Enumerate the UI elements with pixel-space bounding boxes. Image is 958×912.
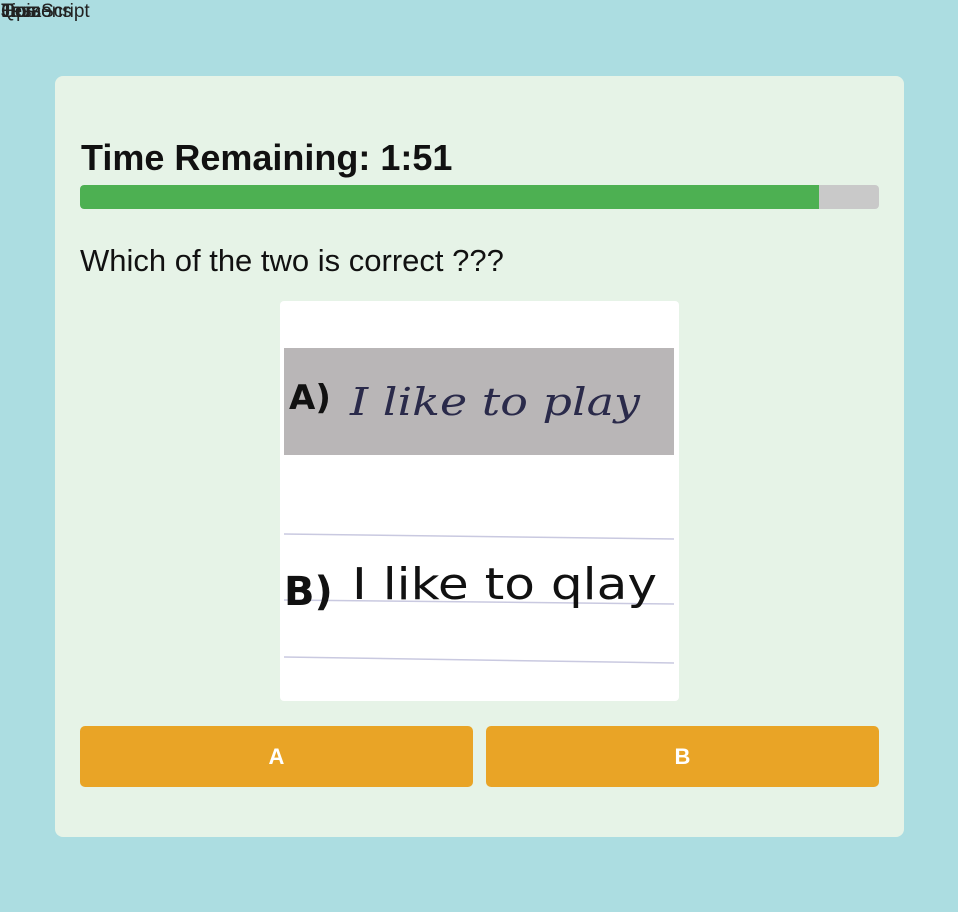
timer-label: Time Remaining: 1:51 bbox=[81, 137, 453, 178]
ruled-line-3 bbox=[283, 656, 675, 664]
question-text: Which of the two is correct ??? bbox=[80, 243, 504, 278]
answer-b-button[interactable]: B bbox=[486, 726, 879, 787]
timer-progress-bar bbox=[80, 185, 879, 209]
timer-progress-fill bbox=[80, 185, 820, 209]
option-b-handwriting: I like to qlay bbox=[352, 559, 657, 610]
ruled-line-1 bbox=[283, 533, 675, 540]
overlap-label-0: JavaScript bbox=[1, 1, 90, 22]
quiz-card: Time Remaining: 1:51 Which of the two is… bbox=[55, 76, 904, 837]
handwriting-image: A) I like to play B) I like to qlay bbox=[283, 348, 675, 664]
question-image: A) I like to play B) I like to qlay bbox=[280, 301, 679, 701]
overlap-label-3: Quiz bbox=[1, 1, 41, 22]
overlapping-nav-labels: JavaScript Home Lessons Quiz Tips bbox=[1, 1, 141, 25]
answer-buttons: A B bbox=[80, 726, 879, 787]
answer-a-button[interactable]: A bbox=[80, 726, 473, 787]
option-a-handwriting: I like to play bbox=[349, 380, 641, 424]
overlap-label-4: Tips bbox=[1, 1, 37, 22]
option-b-label: B) bbox=[284, 569, 333, 615]
option-a-label: A) bbox=[289, 378, 331, 418]
overlap-label-2: Lessons bbox=[1, 1, 72, 22]
overlap-label-1: Home bbox=[1, 1, 52, 22]
